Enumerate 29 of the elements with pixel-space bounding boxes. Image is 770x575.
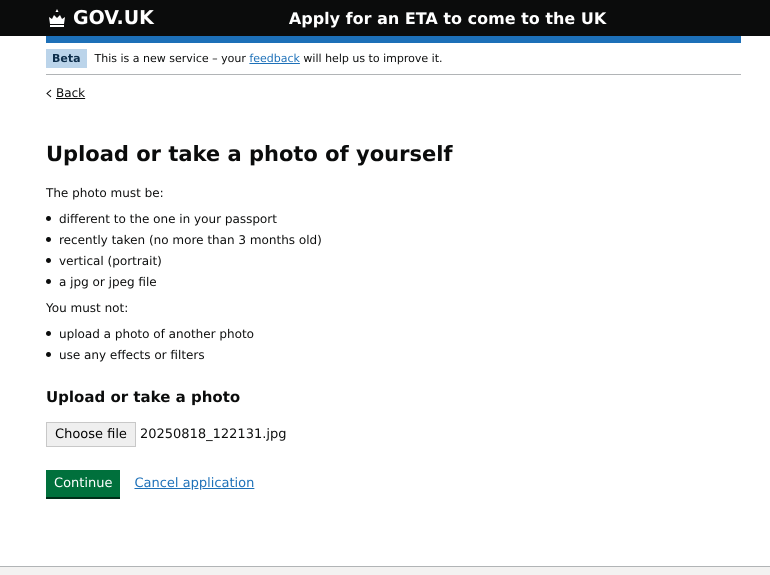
crown-icon [46,9,68,27]
list-item: vertical (portrait) [59,254,162,268]
back-link[interactable]: Back [46,86,86,100]
feedback-link[interactable]: feedback [249,52,300,65]
beta-tag: Beta [46,49,87,68]
cancel-link[interactable]: Cancel application [134,476,254,490]
bullet-icon [46,216,51,221]
bullet-icon [46,237,51,242]
bullet-icon [46,279,51,284]
list-item: a jpg or jpeg file [59,274,157,288]
list-item: use any effects or filters [59,348,205,362]
continue-button[interactable]: Continue [46,470,120,496]
list-item: upload a photo of another photo [59,326,254,340]
file-name: 20250818_122131.jpg [140,426,286,442]
service-name[interactable]: Apply for an ETA to come to the UK [288,8,606,28]
choose-file-button[interactable]: Choose file [46,422,136,446]
page-heading: Upload or take a photo of yourself [46,142,454,166]
intro-text: The photo must be: [46,186,165,200]
bullet-icon [46,258,51,263]
logo[interactable]: GOV.UK [46,7,154,29]
bullet-icon [46,352,51,357]
bullet-icon [46,331,51,336]
upload-heading: Upload or take a photo [46,388,242,406]
chevron-left-icon [46,88,52,98]
phase-banner-text: This is a new service – your feedback will help us to improve it. [94,52,443,65]
intro-text: You must not: [46,300,130,314]
list-item: recently taken (no more than 3 months old) [59,232,322,246]
list-item: different to the one in your passport [59,212,277,226]
logo-text: GOV.UK [73,7,154,29]
